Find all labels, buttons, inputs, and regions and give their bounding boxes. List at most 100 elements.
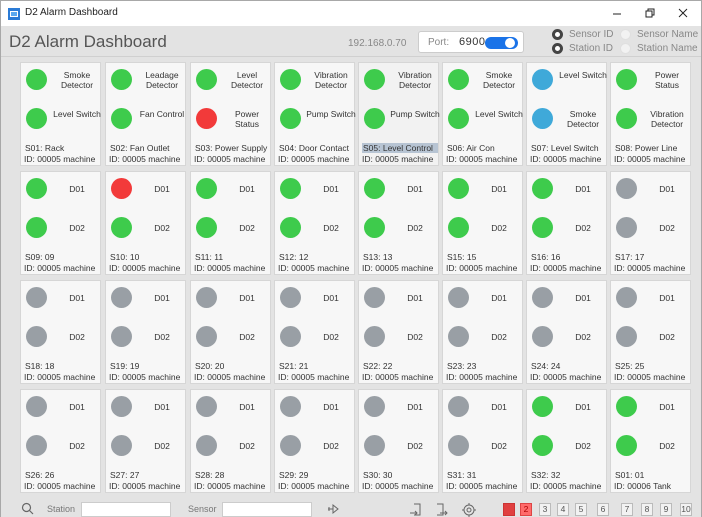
close-button[interactable] <box>668 3 698 23</box>
station-card[interactable]: Power Status Vibration Detector S08: Power… <box>610 62 691 166</box>
sensor-item[interactable]: D01 <box>364 396 438 418</box>
station-card[interactable]: D01 D02 S24: 24 ID: 00005 machine <box>526 280 607 384</box>
sensor-item[interactable]: D02 <box>616 435 690 457</box>
station-card[interactable]: D01 D02 S23: 23 ID: 00005 machine <box>442 280 523 384</box>
sensor-item[interactable]: D01 <box>448 178 522 200</box>
sensor-item[interactable]: Level Switch <box>532 69 607 91</box>
station-card[interactable]: Leadage Detector Fan Control S02: Fan Outl… <box>105 62 186 166</box>
radio-sensor-id[interactable]: Sensor ID <box>552 29 613 40</box>
sensor-item[interactable]: D02 <box>280 435 354 457</box>
station-card[interactable]: D01 D02 S12: 12 ID: 00005 machine <box>274 171 355 275</box>
sensor-item[interactable]: D02 <box>448 217 522 239</box>
sensor-item[interactable]: D02 <box>196 435 270 457</box>
sensor-item[interactable]: Smoke Detector <box>532 108 606 130</box>
sensor-item[interactable]: D01 <box>196 178 270 200</box>
sensor-item[interactable]: D02 <box>111 435 185 457</box>
sensor-item[interactable]: D02 <box>111 326 185 348</box>
station-card[interactable]: D01 D02 S27: 27 ID: 00005 machine <box>105 389 186 493</box>
station-card[interactable]: Vibration Detector Pump Switch S05: Level … <box>358 62 440 166</box>
sensor-item[interactable]: D02 <box>111 217 185 239</box>
sensor-item[interactable]: D02 <box>532 217 606 239</box>
port-toggle[interactable] <box>485 37 518 49</box>
sensor-item[interactable]: D01 <box>532 287 606 309</box>
sensor-item[interactable]: Level Switch <box>26 108 101 130</box>
sensor-item[interactable]: D01 <box>196 396 270 418</box>
sensor-item[interactable]: D01 <box>616 178 690 200</box>
sensor-item[interactable]: D02 <box>280 326 354 348</box>
enter-icon[interactable] <box>326 501 342 517</box>
page-button-2[interactable]: 2 <box>520 503 532 516</box>
station-card[interactable]: D01 D02 S25: 25 ID: 00005 machine <box>610 280 691 384</box>
station-filter-input[interactable] <box>81 502 171 517</box>
sensor-item[interactable]: D01 <box>26 396 100 418</box>
page-button-5[interactable]: 5 <box>575 503 587 516</box>
sensor-filter-input[interactable] <box>222 502 312 517</box>
radio-station-name[interactable]: Station Name <box>620 43 698 54</box>
sensor-item[interactable]: Pump Switch <box>280 108 356 130</box>
station-card[interactable]: D01 D02 S31: 31 ID: 00005 machine <box>442 389 523 493</box>
search-icon[interactable] <box>21 502 34 515</box>
station-card[interactable]: Smoke Detector Level Switch S01: Rack ID: 0… <box>20 62 101 166</box>
radio-sensor-name[interactable]: Sensor Name <box>620 29 698 40</box>
station-card[interactable]: D01 D02 S17: 17 ID: 00005 machine <box>610 171 691 275</box>
sensor-item[interactable]: D02 <box>364 435 438 457</box>
sensor-item[interactable]: D01 <box>448 287 522 309</box>
sensor-item[interactable]: D01 <box>111 396 185 418</box>
sensor-item[interactable]: D01 <box>280 287 354 309</box>
station-card[interactable]: D01 D02 S26: 26 ID: 00005 machine <box>20 389 101 493</box>
sensor-item[interactable]: D01 <box>111 287 185 309</box>
station-card[interactable]: D01 D02 S10: 10 ID: 00005 machine <box>105 171 186 275</box>
sensor-item[interactable]: Smoke Detector <box>448 69 522 91</box>
station-card[interactable]: D01 D02 S09: 09 ID: 00005 machine <box>20 171 101 275</box>
sensor-item[interactable]: Pump Switch <box>364 108 440 130</box>
radio-station-id[interactable]: Station ID <box>552 43 613 54</box>
sensor-item[interactable]: D01 <box>616 396 690 418</box>
station-card[interactable]: Vibration Detector Pump Switch S04: Door C… <box>274 62 356 166</box>
sensor-item[interactable]: D02 <box>364 217 438 239</box>
minimize-button[interactable] <box>602 3 632 23</box>
sensor-item[interactable]: Vibration Detector <box>616 108 690 130</box>
page-button-9[interactable]: 9 <box>660 503 672 516</box>
sensor-item[interactable]: D02 <box>26 326 100 348</box>
sensor-item[interactable]: D02 <box>26 435 100 457</box>
sensor-item[interactable]: D01 <box>532 178 606 200</box>
sensor-item[interactable]: D02 <box>364 326 438 348</box>
sensor-item[interactable]: D02 <box>448 435 522 457</box>
sensor-item[interactable]: D02 <box>196 217 270 239</box>
sensor-item[interactable]: D01 <box>280 178 354 200</box>
sensor-item[interactable]: D02 <box>280 217 354 239</box>
station-card[interactable]: D01 D02 S15: 15 ID: 00005 machine <box>442 171 523 275</box>
sensor-item[interactable]: Vibration Detector <box>280 69 354 91</box>
sensor-item[interactable]: Level Detector <box>196 69 270 91</box>
sensor-item[interactable]: D01 <box>26 287 100 309</box>
sensor-item[interactable]: D01 <box>111 178 185 200</box>
sensor-item[interactable]: D01 <box>26 178 100 200</box>
sensor-item[interactable]: D01 <box>364 178 438 200</box>
maximize-button[interactable] <box>635 3 665 23</box>
station-card[interactable]: D01 D02 S30: 30 ID: 00005 machine <box>358 389 439 493</box>
sensor-item[interactable]: Power Status <box>196 108 270 130</box>
sensor-item[interactable]: D02 <box>196 326 270 348</box>
sensor-item[interactable]: D01 <box>448 396 522 418</box>
page-button-3[interactable]: 3 <box>539 503 551 516</box>
station-card[interactable]: D01 D02 S28: 28 ID: 00005 machine <box>190 389 271 493</box>
page-button-8[interactable]: 8 <box>641 503 653 516</box>
sensor-item[interactable]: D02 <box>448 326 522 348</box>
sensor-item[interactable]: D02 <box>26 217 100 239</box>
import-icon[interactable] <box>408 501 424 517</box>
sensor-item[interactable]: D01 <box>196 287 270 309</box>
page-button-10[interactable]: 10 <box>680 503 692 516</box>
sensor-item[interactable]: D02 <box>616 326 690 348</box>
settings-icon[interactable] <box>461 501 477 517</box>
sensor-item[interactable]: Power Status <box>616 69 690 91</box>
station-card[interactable]: D01 D02 S21: 21 ID: 00005 machine <box>274 280 355 384</box>
sensor-item[interactable]: Fan Control <box>111 108 185 130</box>
sensor-item[interactable]: D02 <box>532 435 606 457</box>
sensor-item[interactable]: D01 <box>616 287 690 309</box>
sensor-item[interactable]: D01 <box>532 396 606 418</box>
page-button-7[interactable]: 7 <box>621 503 633 516</box>
sensor-item[interactable]: Level Switch <box>448 108 523 130</box>
station-card[interactable]: Smoke Detector Level Switch S06: Air Con ID… <box>442 62 523 166</box>
station-card[interactable]: D01 D02 S22: 22 ID: 00005 machine <box>358 280 439 384</box>
sensor-item[interactable]: D02 <box>616 217 690 239</box>
